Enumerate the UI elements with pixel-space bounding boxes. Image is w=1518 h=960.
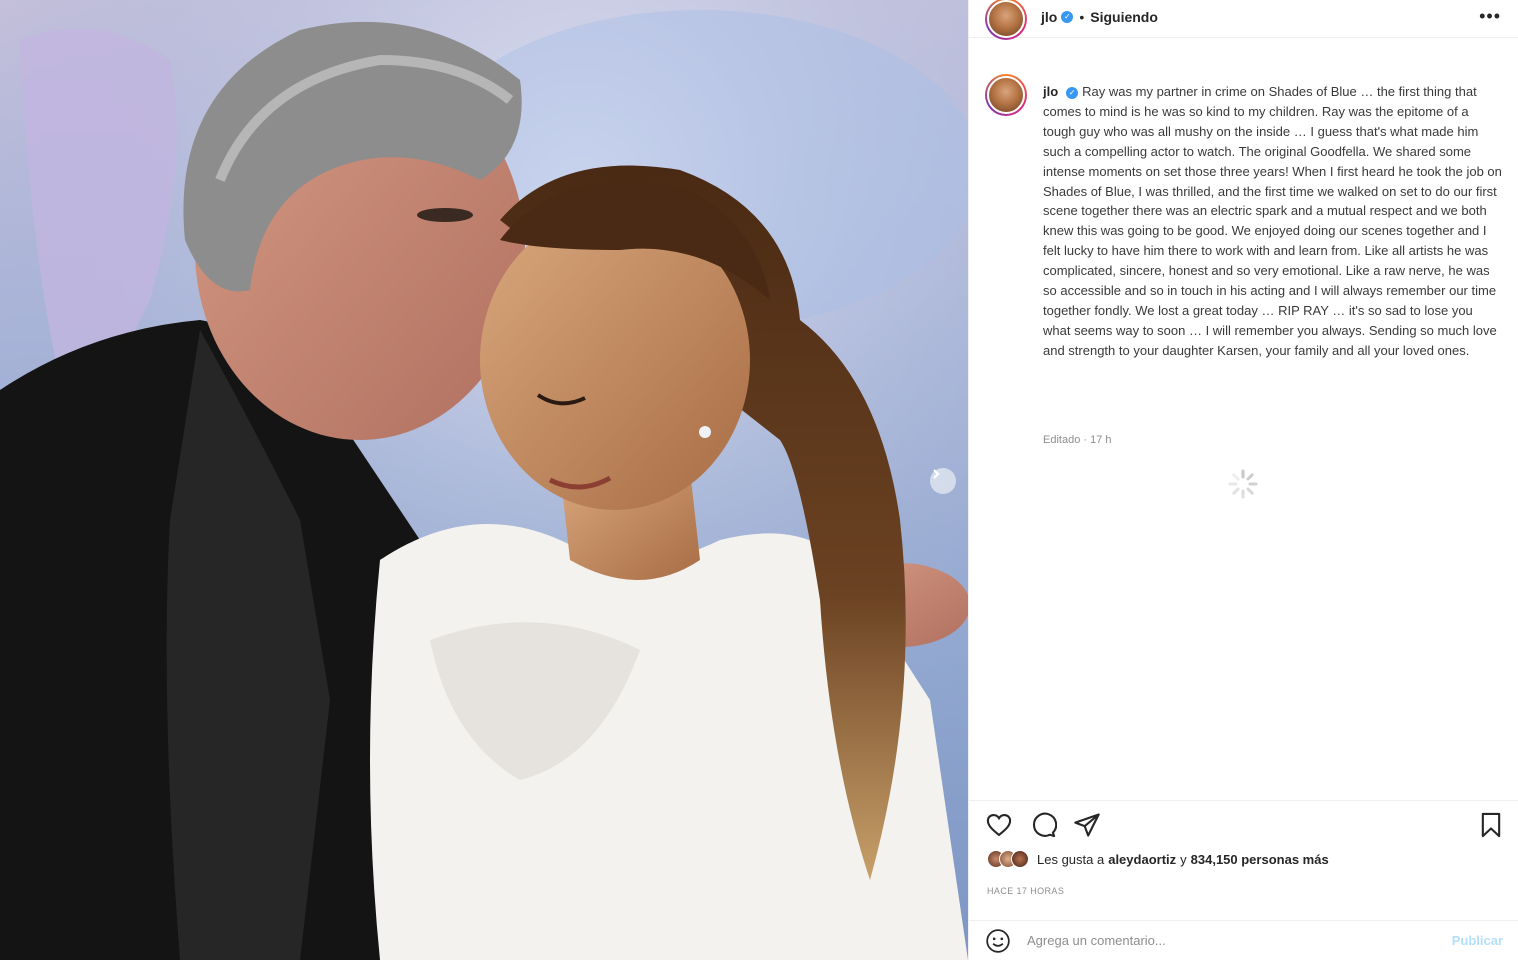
bookmark-icon[interactable] [1477, 811, 1505, 839]
edited-timestamp: Editado · 17 h [1043, 434, 1112, 446]
caption-text-block: jlo ✓ Ray was my partner in crime on Shade… [1043, 82, 1503, 361]
caption-avatar[interactable] [985, 74, 1027, 116]
first-liker-link[interactable]: aleydaortiz [1108, 852, 1176, 867]
caption-username[interactable]: jlo [1043, 84, 1058, 99]
header-user-info: jlo ✓ • Siguiendo [1041, 9, 1158, 25]
comment-icon[interactable] [1029, 811, 1057, 839]
loading-spinner-icon [1228, 469, 1258, 499]
action-bar [969, 800, 1518, 840]
post-timestamp: HACE 17 HORAS [987, 886, 1065, 896]
following-button[interactable]: Siguiendo [1090, 9, 1158, 25]
likes-summary: Les gusta a aleydaortiz y 834,150 person… [987, 850, 1333, 868]
caption-text: Ray was my partner in crime on Shades of… [1043, 84, 1502, 358]
comment-input[interactable] [1027, 933, 1452, 948]
avatar [1011, 850, 1029, 868]
heart-icon[interactable] [985, 811, 1013, 839]
comment-bar: Publicar [969, 920, 1518, 960]
carousel-next-button[interactable] [930, 468, 956, 494]
send-icon[interactable] [1073, 811, 1101, 839]
publish-button[interactable]: Publicar [1452, 933, 1503, 948]
photo-illustration [0, 0, 968, 960]
avatar[interactable] [985, 0, 1027, 40]
more-options-icon[interactable]: ••• [1479, 7, 1501, 25]
likes-prefix: Les gusta a [1037, 851, 1105, 867]
header-username[interactable]: jlo [1041, 9, 1057, 25]
post-photo[interactable] [0, 0, 968, 960]
emoji-icon[interactable] [985, 928, 1011, 954]
liker-avatars[interactable] [987, 850, 1029, 868]
chevron-right-icon [933, 469, 940, 479]
verified-badge-icon: ✓ [1061, 11, 1074, 23]
verified-badge-icon: ✓ [1066, 86, 1079, 99]
post-side-panel: jlo ✓ • Siguiendo ••• jlo ✓ Ray was my par… [968, 0, 1518, 960]
likes-count-link[interactable]: 834,150 personas más [1191, 852, 1329, 867]
post-header: jlo ✓ • Siguiendo ••• [969, 0, 1518, 40]
header-separator: • [1079, 9, 1085, 25]
likes-connector: y [1180, 851, 1187, 867]
